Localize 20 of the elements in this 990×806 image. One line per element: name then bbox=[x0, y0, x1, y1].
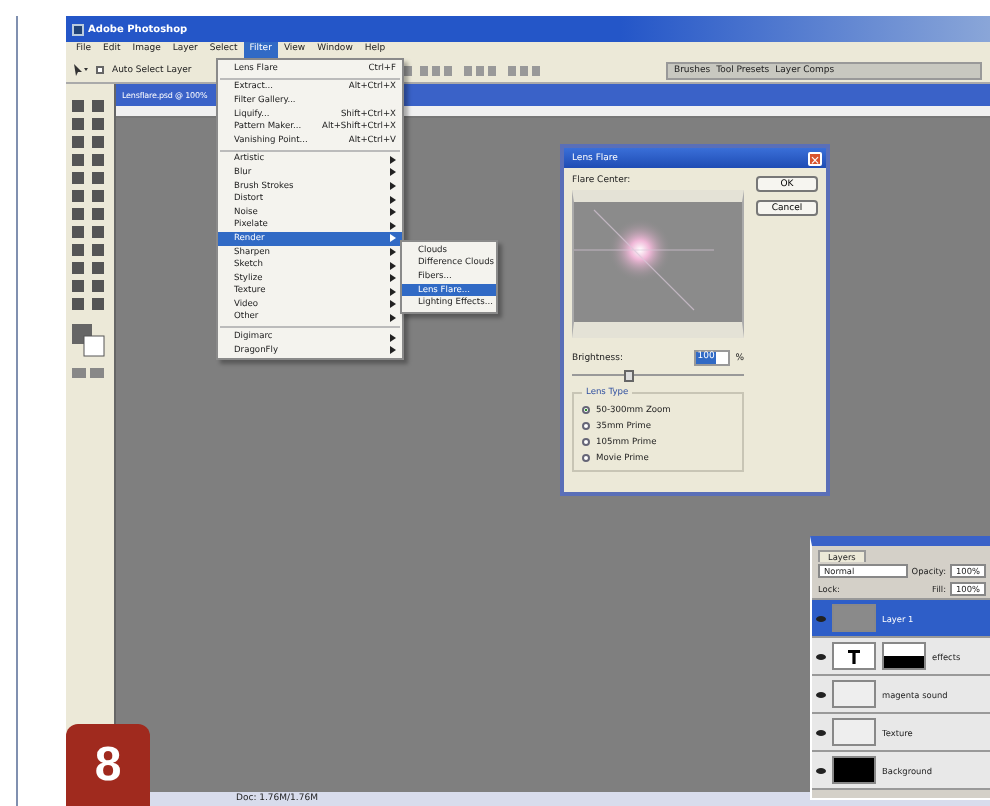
layer-thumbnail bbox=[832, 756, 876, 784]
move-tool-icon[interactable] bbox=[74, 64, 88, 76]
layer-thumbnail bbox=[832, 604, 876, 632]
eye-icon[interactable] bbox=[816, 653, 826, 659]
layer-thumbnail bbox=[832, 718, 876, 746]
layer-thumbnail bbox=[832, 680, 876, 708]
app-icon bbox=[72, 23, 84, 35]
radio-button[interactable] bbox=[582, 406, 590, 414]
eye-icon[interactable] bbox=[816, 767, 826, 773]
lens-flare-preview[interactable] bbox=[572, 190, 744, 338]
radio-button[interactable] bbox=[582, 422, 590, 430]
eye-icon[interactable] bbox=[816, 691, 826, 697]
text-layer-icon bbox=[832, 642, 876, 670]
radio-button[interactable] bbox=[582, 438, 590, 446]
radio-button[interactable] bbox=[582, 454, 590, 462]
layer-mask-thumbnail bbox=[882, 642, 926, 670]
slider-thumb[interactable] bbox=[624, 370, 635, 382]
step-number: 8 bbox=[66, 724, 150, 806]
checkbox[interactable] bbox=[96, 66, 104, 74]
eye-icon[interactable] bbox=[816, 729, 826, 735]
